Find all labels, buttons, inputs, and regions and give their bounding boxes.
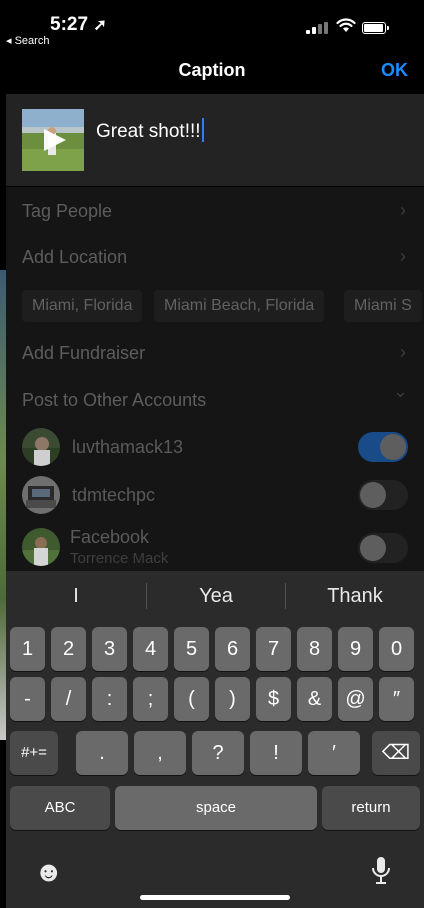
avatar [22, 476, 60, 514]
avatar [22, 428, 60, 466]
key-6[interactable]: 6 [215, 627, 250, 671]
status-time: 5:27 ➚ [50, 14, 107, 35]
wifi-icon [336, 18, 356, 32]
tag-people-label: Tag People [22, 201, 113, 221]
key-1[interactable]: 1 [10, 627, 45, 671]
key-double-quote[interactable]: ″ [379, 677, 414, 721]
location-chip[interactable]: Miami, Florida [22, 290, 143, 322]
toggle-knob [360, 535, 386, 561]
key-period[interactable]: . [76, 731, 128, 775]
text-cursor [201, 118, 204, 142]
microphone-icon[interactable] [370, 855, 392, 887]
caption-input[interactable]: Great shot!!! [96, 118, 204, 143]
key-question[interactable]: ? [192, 731, 244, 775]
location-arrow-icon: ➚ [93, 17, 107, 34]
account-toggle[interactable] [358, 432, 408, 462]
back-to-search-link[interactable]: ◂ Search [6, 34, 49, 47]
video-thumbnail-play-icon [22, 109, 84, 171]
key-colon[interactable]: : [92, 677, 127, 721]
post-to-other-accounts-row[interactable]: Post to Other Accounts ⌄ [6, 379, 424, 419]
symbols-mode-key[interactable]: #+= [10, 731, 58, 775]
key-0[interactable]: 0 [379, 627, 414, 671]
account-toggle[interactable] [358, 480, 408, 510]
chevron-right-icon: › [400, 342, 406, 362]
account-name: Facebook [70, 527, 150, 547]
key-close-paren[interactable]: ) [215, 677, 250, 721]
add-location-label: Add Location [22, 247, 128, 267]
chevron-right-icon: › [400, 246, 406, 266]
key-slash[interactable]: / [51, 677, 86, 721]
return-key[interactable]: return [322, 786, 420, 830]
add-fundraiser-row[interactable]: Add Fundraiser › [6, 333, 424, 373]
video-thumbnail[interactable] [22, 109, 84, 171]
location-chip[interactable]: Miami S [344, 290, 422, 322]
options-sheet: Tag People › Add Location › Miami, Flori… [6, 187, 424, 571]
add-location-row[interactable]: Add Location › [6, 237, 424, 283]
key-7[interactable]: 7 [256, 627, 291, 671]
battery-icon [362, 22, 389, 34]
key-8[interactable]: 8 [297, 627, 332, 671]
key-2[interactable]: 2 [51, 627, 86, 671]
nav-bar: Caption OK [0, 52, 424, 92]
caption-row: Great shot!!! [6, 94, 424, 186]
abc-key[interactable]: ABC [10, 786, 110, 830]
account-toggle[interactable] [358, 533, 408, 563]
emoji-icon[interactable]: ☻ [34, 856, 63, 888]
suggestion[interactable]: Thank [286, 571, 424, 621]
post-to-other-accounts-label: Post to Other Accounts [22, 390, 207, 410]
account-row: Facebook Torrence Mack [6, 523, 424, 571]
key-ampersand[interactable]: & [297, 677, 332, 721]
chevron-down-icon: ⌄ [392, 381, 408, 401]
chevron-right-icon: › [400, 200, 406, 220]
key-dollar[interactable]: $ [256, 677, 291, 721]
ok-button[interactable]: OK [381, 60, 408, 81]
key-3[interactable]: 3 [92, 627, 127, 671]
key-comma[interactable]: , [134, 731, 186, 775]
toggle-knob [360, 482, 386, 508]
key-exclamation[interactable]: ! [250, 731, 302, 775]
account-name: luvthamack13 [72, 437, 184, 457]
key-5[interactable]: 5 [174, 627, 209, 671]
delete-icon: ⌫ [381, 742, 411, 764]
account-row: tdmtechpc [6, 473, 424, 517]
delete-key[interactable]: ⌫ [372, 731, 420, 775]
key-9[interactable]: 9 [338, 627, 373, 671]
key-open-paren[interactable]: ( [174, 677, 209, 721]
add-fundraiser-label: Add Fundraiser [22, 343, 146, 363]
status-bar: 5:27 ➚ ◂ Search [0, 0, 424, 52]
account-name: tdmtechpc [72, 485, 156, 505]
toggle-knob [380, 434, 406, 460]
key-apostrophe[interactable]: ′ [308, 731, 360, 775]
key-4[interactable]: 4 [133, 627, 168, 671]
suggestion[interactable]: I [6, 571, 146, 621]
tag-people-row[interactable]: Tag People › [6, 187, 424, 233]
key-semicolon[interactable]: ; [133, 677, 168, 721]
page-title: Caption [178, 60, 246, 80]
key-hyphen[interactable]: - [10, 677, 45, 721]
cellular-signal-icon [306, 22, 328, 34]
account-subtitle: Torrence Mack [70, 550, 169, 567]
account-row: luvthamack13 [6, 425, 424, 469]
space-key[interactable]: space [115, 786, 317, 830]
keyboard: I Yea Thank 1 2 3 4 5 6 7 8 9 0 - / : ; … [6, 571, 424, 908]
suggestion[interactable]: Yea [147, 571, 285, 621]
key-at[interactable]: @ [338, 677, 373, 721]
home-indicator[interactable] [140, 895, 290, 900]
suggestion-bar: I Yea Thank [6, 571, 424, 621]
location-chip[interactable]: Miami Beach, Florida [154, 290, 325, 322]
avatar [22, 528, 60, 566]
